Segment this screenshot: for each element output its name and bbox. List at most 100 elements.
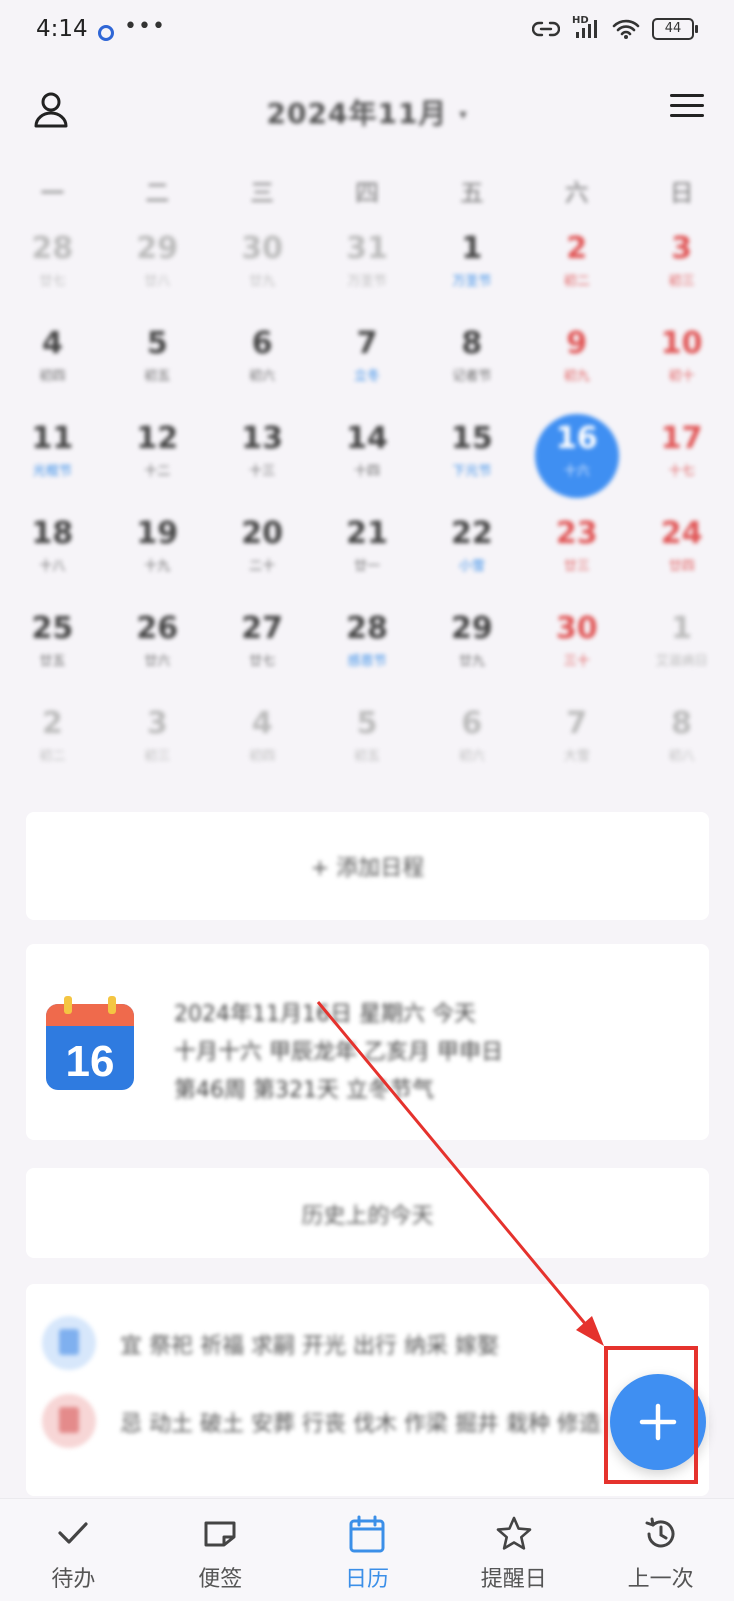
calendar-day[interactable]: 5 初五 (315, 693, 420, 788)
calendar-day[interactable]: 27 廿七 (210, 598, 315, 693)
calendar-day[interactable]: 28 廿七 (0, 218, 105, 313)
day-lunar-label: 十六 (563, 464, 590, 479)
day-lunar-label: 十八 (39, 559, 66, 574)
calendar-day[interactable]: 8 初八 (629, 693, 734, 788)
calendar-week-row: 4 初四 5 初五 6 初六 7 立冬 8 记者节 9 初九 10 初十 (0, 313, 734, 408)
history-today-card[interactable]: 历史上的今天 (26, 1168, 709, 1258)
calendar-day[interactable]: 17 十七 (629, 408, 734, 503)
calendar-day[interactable]: 3 初三 (629, 218, 734, 313)
calendar-day[interactable]: 29 廿八 (105, 218, 210, 313)
calendar-day[interactable]: 31 万圣节 (315, 218, 420, 313)
day-lunar-label: 初九 (563, 369, 590, 384)
nav-reminders[interactable]: 提醒日 (440, 1499, 587, 1601)
calendar-icon (349, 1515, 385, 1553)
weekday-label: 二 (145, 178, 170, 207)
day-number: 16 (555, 421, 598, 456)
history-icon (645, 1517, 675, 1548)
day-number: 30 (555, 611, 598, 646)
calendar-day[interactable]: 5 初五 (105, 313, 210, 408)
day-lunar-label: 万圣节 (452, 274, 492, 289)
day-lunar-label: 初六 (249, 369, 276, 384)
calendar-day[interactable]: 2 初二 (0, 693, 105, 788)
calendar-day[interactable]: 18 十八 (0, 503, 105, 598)
day-number: 10 (660, 326, 703, 361)
day-number: 31 (346, 231, 388, 266)
calendar-day[interactable]: 23 廿三 (524, 503, 629, 598)
month-selector[interactable]: 2024年11月 ▾ (0, 92, 734, 132)
day-number: 26 (136, 611, 179, 646)
calendar-day[interactable]: 1 万圣节 (419, 218, 524, 313)
calendar-day[interactable]: 30 三十 (524, 598, 629, 693)
month-title: 2024年11月 (266, 97, 448, 130)
day-number: 27 (241, 611, 284, 646)
calendar-day[interactable]: 7 立冬 (315, 313, 420, 408)
day-lunar-label: 万圣节 (347, 274, 387, 289)
calendar-day[interactable]: 6 初六 (419, 693, 524, 788)
calendar-day[interactable]: 29 廿九 (419, 598, 524, 693)
calendar-day[interactable]: 2 初二 (524, 218, 629, 313)
day-lunar-label: 艾滋病日 (655, 654, 708, 669)
calendar-day[interactable]: 8 记者节 (419, 313, 524, 408)
calendar-day[interactable]: 30 廿九 (210, 218, 315, 313)
calendar-day[interactable]: 10 初十 (629, 313, 734, 408)
calendar-day[interactable]: 11 光棍节 (0, 408, 105, 503)
day-number: 2 (41, 706, 63, 741)
day-number: 4 (41, 326, 63, 361)
date-info-text: 2024年11月16日 星期六 今天 十月十六 甲辰龙年 乙亥月 甲申日 第46… (174, 996, 503, 1110)
add-schedule-card[interactable]: + 添加日程 (26, 812, 709, 920)
day-number: 18 (31, 516, 74, 551)
weekday-header: 一 二 三 四 五 六 日 (0, 162, 734, 218)
calendar-day[interactable]: 13 十三 (210, 408, 315, 503)
calendar-day[interactable]: 19 十九 (105, 503, 210, 598)
calendar-day[interactable]: 4 初四 (210, 693, 315, 788)
date-info-line: 2024年11月16日 星期六 今天 (174, 1002, 476, 1027)
annotation-highlight-box (604, 1346, 698, 1484)
calendar-day[interactable]: 22 小雪 (419, 503, 524, 598)
calendar-day[interactable]: 21 廿一 (315, 503, 420, 598)
calendar-day[interactable]: 7 大雪 (524, 693, 629, 788)
good-badge-icon (42, 1316, 96, 1370)
nav-last-time[interactable]: 上一次 (587, 1499, 734, 1601)
day-lunar-label: 十三 (249, 464, 276, 479)
status-time: 4:14 (36, 16, 88, 42)
weekday-label: 一 (40, 178, 65, 207)
calendar-day[interactable]: 24 廿四 (629, 503, 734, 598)
calendar-day[interactable]: 14 十四 (315, 408, 420, 503)
date-info-card: 16 2024年11月16日 星期六 今天 十月十六 甲辰龙年 乙亥月 甲申日 … (26, 944, 709, 1140)
calendar-day[interactable]: 9 初九 (524, 313, 629, 408)
calendar-day[interactable]: 26 廿六 (105, 598, 210, 693)
day-lunar-label: 感恩节 (347, 654, 387, 669)
nav-calendar[interactable]: 日历 (294, 1499, 441, 1601)
signal-icon: HD (572, 16, 600, 40)
note-icon (204, 1521, 236, 1547)
more-notifications-icon: ••• (124, 14, 166, 39)
list-item-text: 忌 动土 破土 安葬 行丧 伐木 作梁 掘井 栽种 修造 (120, 1412, 601, 1437)
menu-icon[interactable] (670, 94, 704, 122)
calendar-day[interactable]: 28 感恩节 (315, 598, 420, 693)
day-number: 8 (461, 326, 483, 361)
calendar-day-today[interactable]: 16 十六 (524, 408, 629, 503)
calendar-day[interactable]: 1 艾滋病日 (629, 598, 734, 693)
calendar-day[interactable]: 6 初六 (210, 313, 315, 408)
calendar-day[interactable]: 25 廿五 (0, 598, 105, 693)
calendar-day[interactable]: 20 二十 (210, 503, 315, 598)
day-number: 29 (450, 611, 493, 646)
weekday-label: 日 (669, 178, 694, 207)
calendar-day[interactable]: 12 十二 (105, 408, 210, 503)
day-number: 17 (660, 421, 703, 456)
nav-todo[interactable]: 待办 (0, 1499, 147, 1601)
weekday-label: 六 (564, 178, 589, 207)
calendar-day[interactable]: 3 初三 (105, 693, 210, 788)
day-lunar-label: 小雪 (458, 559, 485, 574)
calendar-day[interactable]: 4 初四 (0, 313, 105, 408)
app-header: 2024年11月 ▾ (0, 70, 734, 150)
link-icon (532, 21, 560, 37)
day-number: 30 (241, 231, 284, 266)
day-lunar-label: 下元节 (452, 464, 492, 479)
day-number: 1 (461, 231, 483, 266)
calendar-day[interactable]: 15 下元节 (419, 408, 524, 503)
day-lunar-label: 初三 (668, 274, 695, 289)
nav-notes[interactable]: 便签 (147, 1499, 294, 1601)
day-lunar-label: 十七 (668, 464, 695, 479)
nav-label: 待办 (51, 1567, 96, 1592)
